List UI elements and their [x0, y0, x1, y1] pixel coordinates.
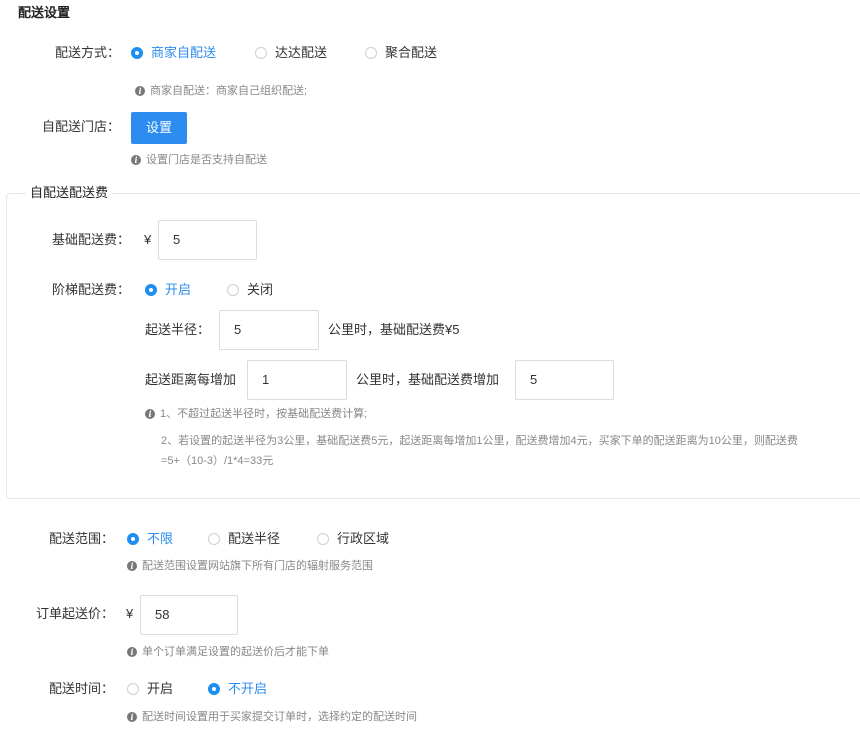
radius-input[interactable]: 5	[219, 310, 319, 350]
self-store-hint: i 设置门店是否支持自配送	[131, 152, 267, 168]
page-title: 配送设置	[18, 5, 71, 20]
info-icon: i	[127, 561, 137, 571]
fee-fieldset	[6, 193, 860, 499]
radius-suffix: 公里时，基础配送费¥5	[328, 322, 460, 337]
info-icon: i	[127, 647, 137, 657]
radio-circle	[208, 533, 220, 545]
radio-range-region[interactable]: 行政区域	[317, 529, 389, 549]
min-order-input[interactable]: 58	[140, 595, 238, 635]
radio-circle	[131, 47, 143, 59]
fee-section-legend: 自配送配送费	[26, 185, 113, 201]
radio-circle	[365, 47, 377, 59]
radio-circle	[145, 284, 157, 296]
radio-circle	[127, 683, 139, 695]
delivery-range-hint: i 配送范围设置网站旗下所有门店的辐射服务范围	[127, 558, 373, 574]
info-icon: i	[131, 155, 141, 165]
radio-time-off[interactable]: 不开启	[208, 679, 267, 699]
radio-circle	[255, 47, 267, 59]
delivery-method-hint: i 商家自配送：商家自己组织配送;	[135, 83, 307, 99]
delivery-method-label: 配送方式：	[54, 45, 120, 60]
increment-label: 起送距离每增加	[145, 372, 237, 387]
radio-time-on[interactable]: 开启	[127, 679, 173, 699]
info-icon: i	[145, 409, 155, 419]
radio-delivery-dada[interactable]: 达达配送	[255, 43, 327, 63]
delivery-time-hint: i 配送时间设置用于买家提交订单时，选择约定的配送时间	[127, 709, 417, 725]
store-settings-button[interactable]: 设置	[131, 112, 187, 144]
delivery-range-label: 配送范围：	[48, 531, 114, 546]
radio-range-radius[interactable]: 配送半径	[208, 529, 280, 549]
base-fee-label: 基础配送费：	[51, 232, 130, 247]
min-order-hint: i 单个订单满足设置的起送价后才能下单	[127, 644, 329, 660]
tiered-note-2: 2、若设置的起送半径为3公里，基础配送费5元，起送距离每增加1公里，配送费增加4…	[161, 435, 798, 447]
delivery-time-label: 配送时间：	[48, 681, 114, 696]
base-fee-input[interactable]: 5	[158, 220, 257, 260]
base-fee-currency: ¥	[144, 232, 152, 247]
increment-fee-input[interactable]: 5	[515, 360, 614, 400]
radio-delivery-aggregate[interactable]: 聚合配送	[365, 43, 437, 63]
radio-range-unlimited[interactable]: 不限	[127, 529, 173, 549]
radio-delivery-self[interactable]: 商家自配送	[131, 43, 216, 63]
info-icon: i	[127, 712, 137, 722]
radio-circle	[127, 533, 139, 545]
tiered-note-3: =5+（10-3）/1*4=33元	[161, 455, 274, 467]
min-order-currency: ¥	[126, 606, 134, 621]
info-icon: i	[135, 86, 145, 96]
radio-tiered-off[interactable]: 关闭	[227, 280, 273, 300]
tiered-note-1: i 1、不超过起送半径时，按基础配送费计算;	[145, 406, 367, 422]
tiered-fee-label: 阶梯配送费：	[51, 282, 130, 297]
radio-circle	[317, 533, 329, 545]
radio-circle	[227, 284, 239, 296]
min-order-label: 订单起送价：	[35, 606, 114, 621]
self-store-label: 自配送门店：	[41, 119, 120, 134]
radio-circle	[208, 683, 220, 695]
radio-tiered-on[interactable]: 开启	[145, 280, 191, 300]
increment-distance-input[interactable]: 1	[247, 360, 347, 400]
radius-label: 起送半径：	[145, 322, 211, 337]
increment-mid-text: 公里时，基础配送费增加	[356, 372, 500, 387]
